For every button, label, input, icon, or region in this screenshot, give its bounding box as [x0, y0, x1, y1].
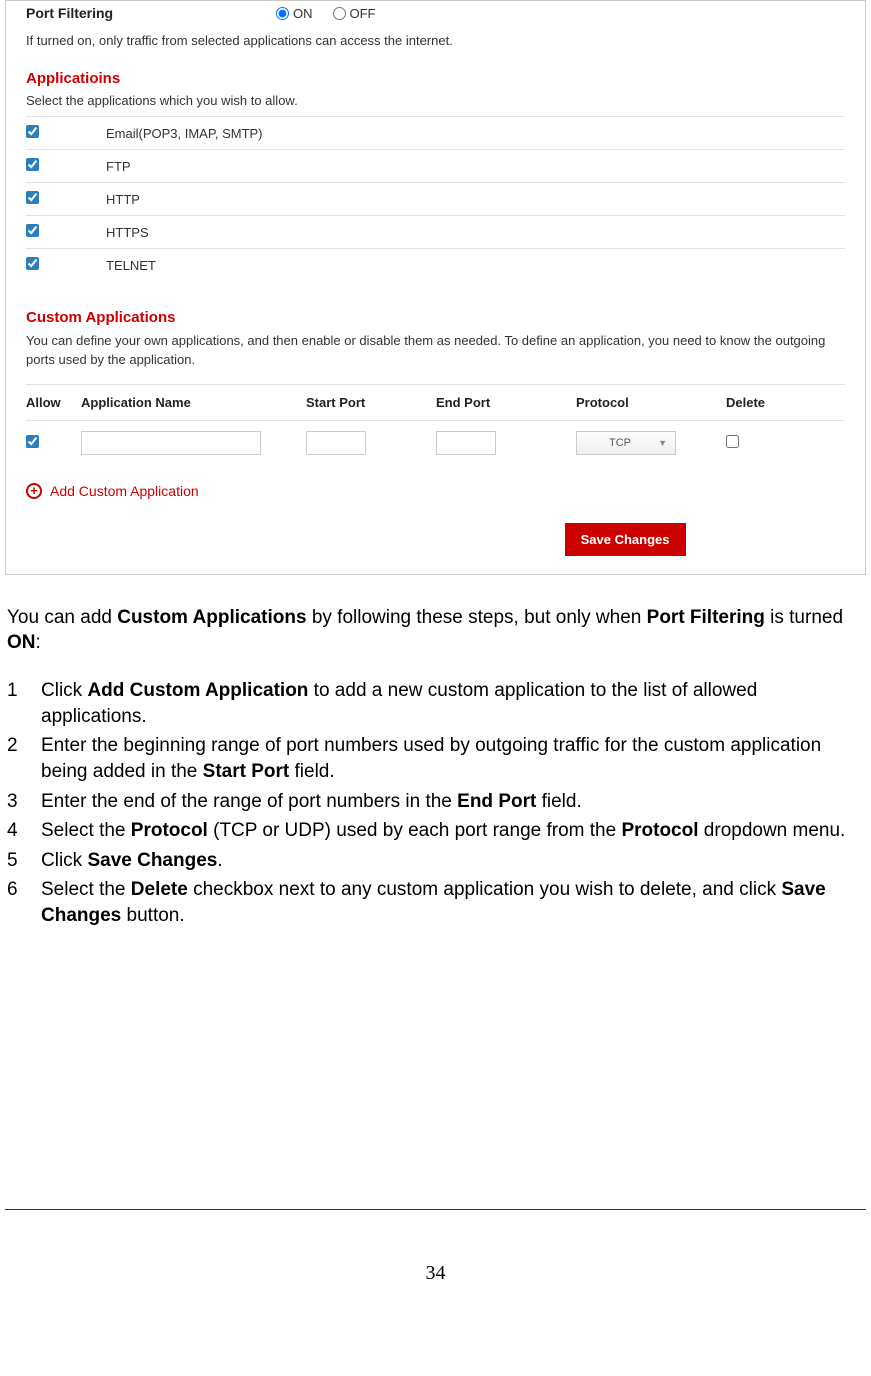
- plus-icon: +: [26, 483, 42, 499]
- steps-list: 1 Click Add Custom Application to add a …: [7, 678, 864, 929]
- port-filtering-radio-group: ON OFF: [276, 6, 390, 21]
- app-name-https: HTTPS: [106, 225, 845, 240]
- application-name-input[interactable]: [81, 431, 261, 455]
- port-filtering-on-option[interactable]: ON: [276, 6, 313, 21]
- header-appname: Application Name: [81, 395, 306, 410]
- app-row-ftp: FTP: [26, 149, 845, 182]
- app-checkbox-telnet[interactable]: [26, 257, 39, 270]
- custom-applications-title: Custom Applications: [6, 305, 865, 332]
- footer-divider: [5, 1209, 866, 1210]
- step-4: 4 Select the Protocol (TCP or UDP) used …: [7, 818, 864, 844]
- applications-list: Email(POP3, IMAP, SMTP) FTP HTTP HTTPS T…: [6, 116, 865, 281]
- save-changes-button[interactable]: Save Changes: [565, 523, 686, 556]
- step-3: 3 Enter the end of the range of port num…: [7, 789, 864, 815]
- applications-description: Select the applications which you wish t…: [6, 93, 865, 116]
- instructions-text: You can add Custom Applications by follo…: [5, 605, 866, 929]
- header-start-port: Start Port: [306, 395, 436, 410]
- page-number: 34: [5, 1262, 866, 1285]
- settings-panel: Port Filtering ON OFF If turned on, only…: [5, 0, 866, 575]
- protocol-value: TCP: [609, 437, 631, 449]
- start-port-input[interactable]: [306, 431, 366, 455]
- header-delete: Delete: [726, 395, 806, 410]
- off-label: OFF: [350, 6, 376, 21]
- app-checkbox-https[interactable]: [26, 224, 39, 237]
- custom-applications-description: You can define your own applications, an…: [6, 332, 865, 384]
- port-filtering-off-radio[interactable]: [333, 7, 346, 20]
- header-allow: Allow: [26, 395, 81, 410]
- on-label: ON: [293, 6, 313, 21]
- delete-checkbox[interactable]: [726, 435, 739, 448]
- allow-checkbox[interactable]: [26, 435, 39, 448]
- app-row-email: Email(POP3, IMAP, SMTP): [26, 116, 845, 149]
- app-name-email: Email(POP3, IMAP, SMTP): [106, 126, 845, 141]
- step-1: 1 Click Add Custom Application to add a …: [7, 678, 864, 729]
- header-end-port: End Port: [436, 395, 576, 410]
- port-filtering-label: Port Filtering: [26, 5, 276, 21]
- app-name-ftp: FTP: [106, 159, 845, 174]
- app-row-https: HTTPS: [26, 215, 845, 248]
- port-filtering-on-radio[interactable]: [276, 7, 289, 20]
- port-filtering-description: If turned on, only traffic from selected…: [6, 33, 865, 66]
- save-button-container: Save Changes: [6, 523, 865, 574]
- step-2: 2 Enter the beginning range of port numb…: [7, 733, 864, 784]
- app-row-http: HTTP: [26, 182, 845, 215]
- app-name-http: HTTP: [106, 192, 845, 207]
- port-filtering-off-option[interactable]: OFF: [333, 6, 376, 21]
- header-protocol: Protocol: [576, 395, 726, 410]
- app-checkbox-ftp[interactable]: [26, 158, 39, 171]
- protocol-select[interactable]: TCP ▼: [576, 431, 676, 455]
- chevron-down-icon: ▼: [658, 438, 667, 448]
- port-filtering-row: Port Filtering ON OFF: [6, 1, 865, 33]
- intro-paragraph: You can add Custom Applications by follo…: [7, 605, 864, 656]
- custom-table-row: TCP ▼: [26, 421, 845, 465]
- app-checkbox-http[interactable]: [26, 191, 39, 204]
- app-row-telnet: TELNET: [26, 248, 845, 281]
- add-custom-label: Add Custom Application: [50, 483, 199, 499]
- step-6: 6 Select the Delete checkbox next to any…: [7, 877, 864, 928]
- app-name-telnet: TELNET: [106, 258, 845, 273]
- custom-table-header: Allow Application Name Start Port End Po…: [26, 384, 845, 421]
- app-checkbox-email[interactable]: [26, 125, 39, 138]
- step-5: 5 Click Save Changes.: [7, 848, 864, 874]
- applications-title: Applicatioins: [6, 66, 865, 93]
- add-custom-application-button[interactable]: + Add Custom Application: [6, 465, 865, 523]
- end-port-input[interactable]: [436, 431, 496, 455]
- custom-applications-table: Allow Application Name Start Port End Po…: [6, 384, 865, 465]
